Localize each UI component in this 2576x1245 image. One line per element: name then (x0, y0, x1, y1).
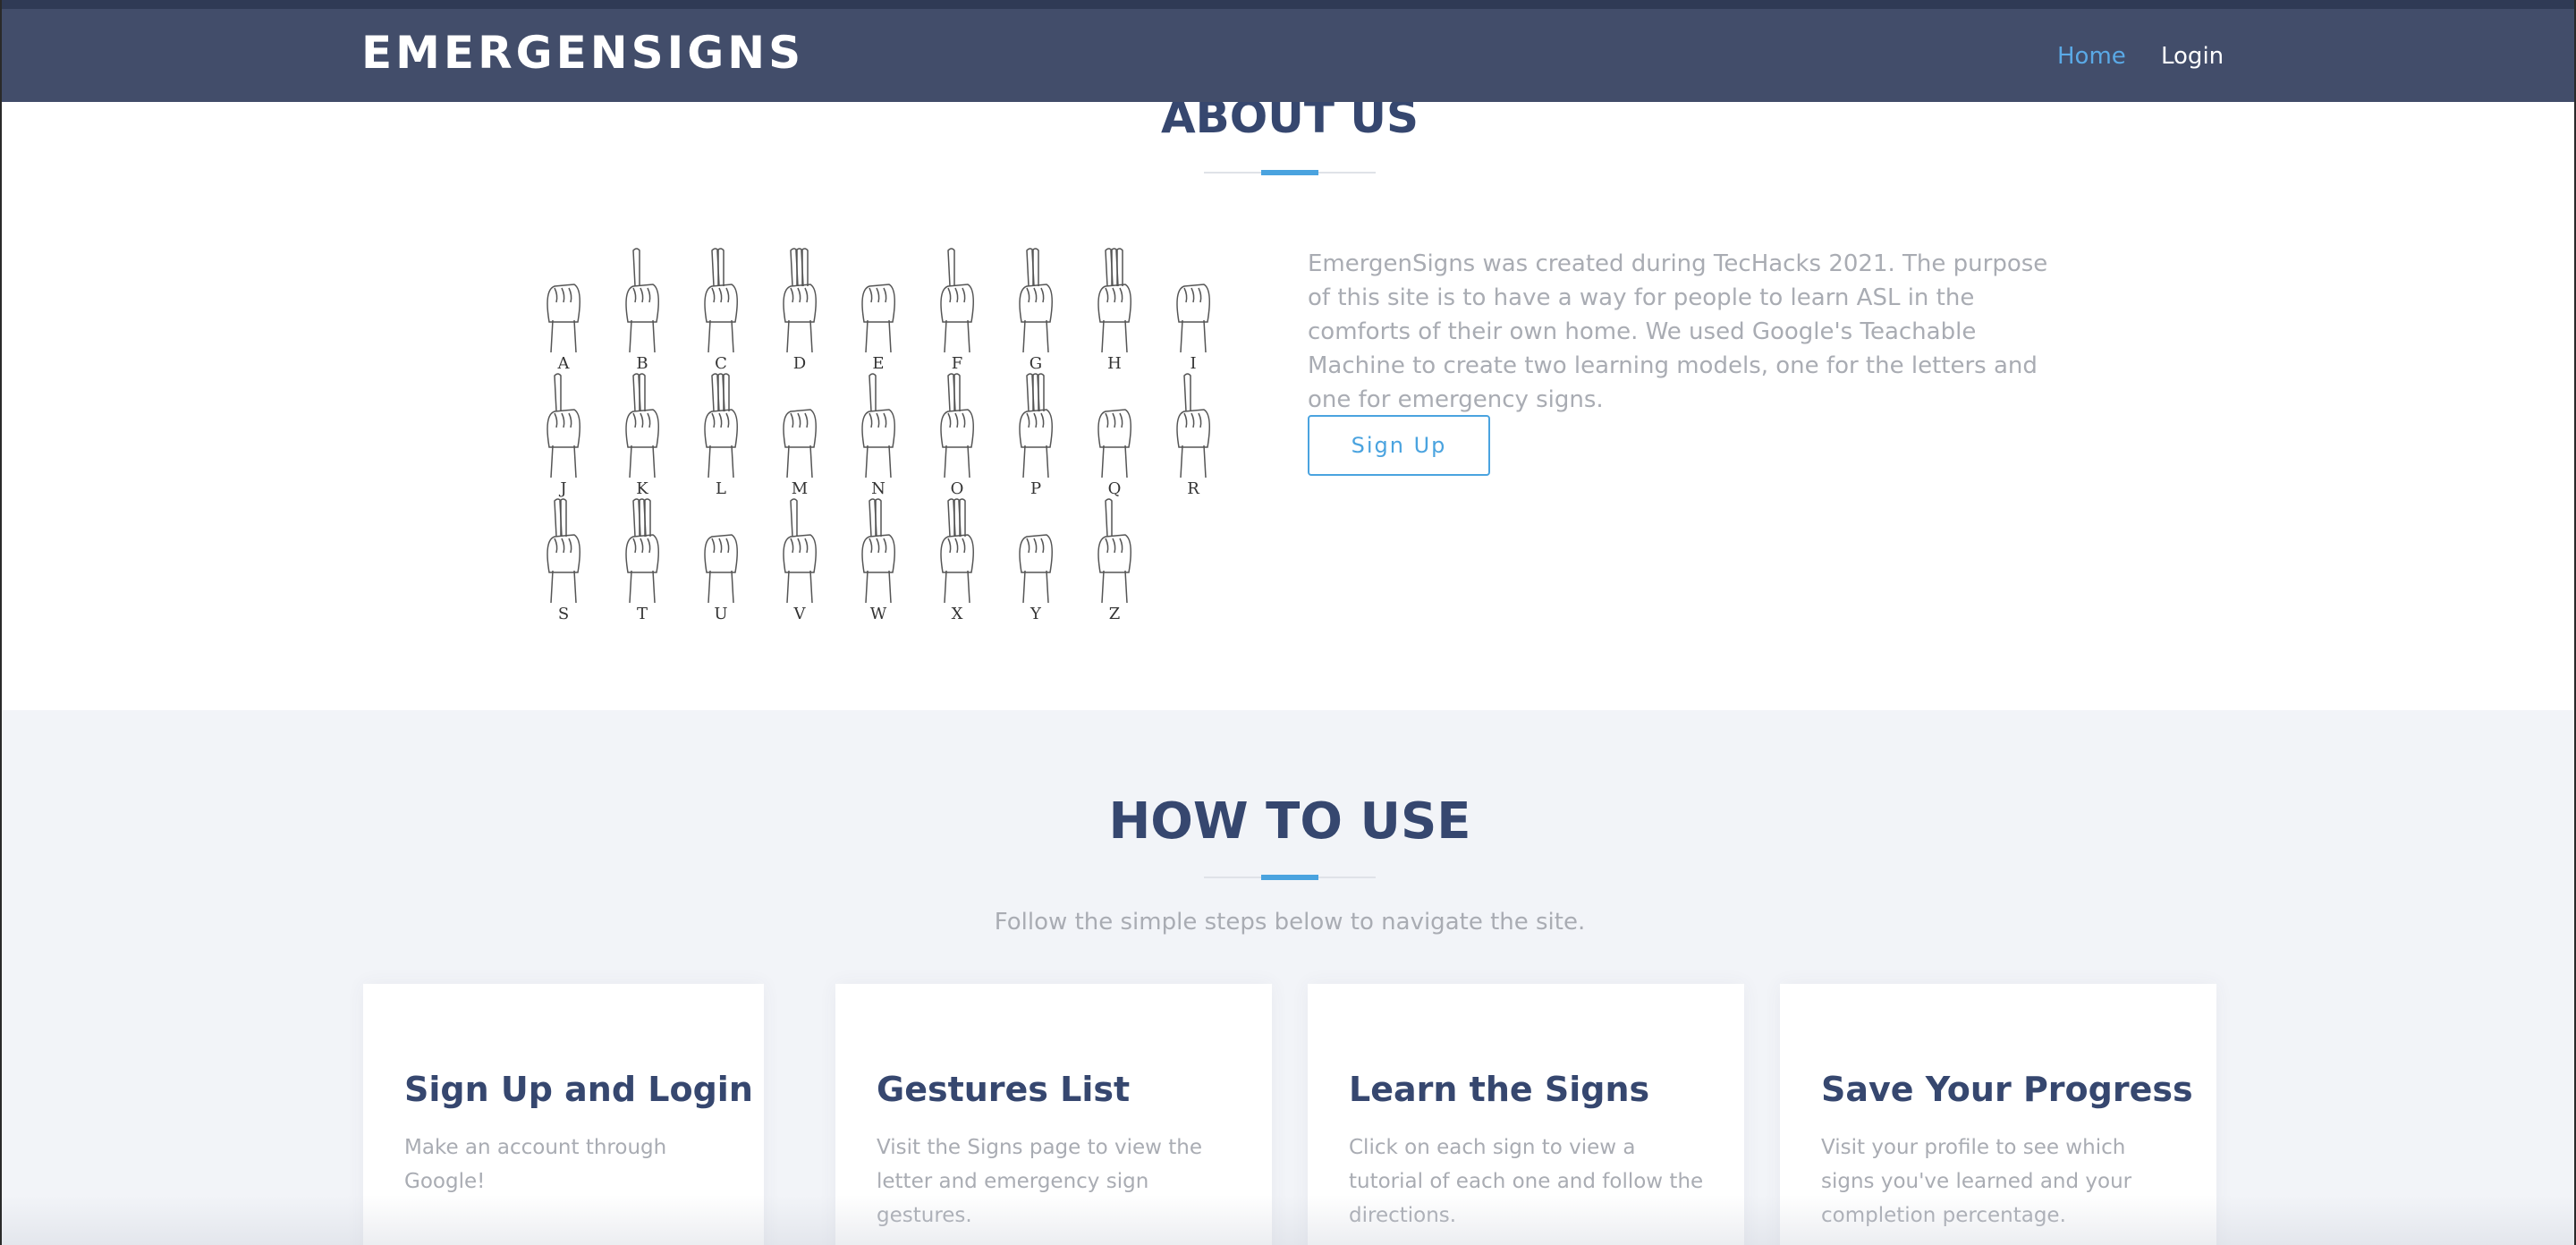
asl-letter-label: U (714, 605, 727, 623)
asl-letter-label: K (636, 479, 648, 498)
asl-letter-label: O (951, 479, 964, 498)
asl-letter-label: I (1190, 354, 1196, 373)
asl-hand-v: V (783, 498, 817, 623)
asl-letter-label: Z (1109, 605, 1121, 623)
asl-hand-o: O (940, 373, 974, 498)
asl-alphabet-chart: A B C D E F G H I J K L M N O P Q R S T U V W X Y Z (547, 248, 1210, 623)
asl-hand-y: Y (1019, 534, 1053, 623)
how-to-use-title: HOW TO USE (1108, 792, 1471, 851)
asl-hand-j: J (547, 373, 580, 498)
step-card-text: Click on each sign to view a tutorial of… (1349, 1136, 1704, 1227)
asl-hand-m: M (783, 409, 817, 498)
asl-hand-r: R (1176, 373, 1210, 498)
asl-letter-label: T (637, 605, 648, 623)
asl-hand-b: B (625, 248, 659, 373)
asl-hand-z: Z (1097, 498, 1131, 623)
asl-letter-label: A (557, 354, 571, 373)
asl-letter-label: G (1030, 354, 1042, 373)
asl-letter-label: D (793, 354, 806, 373)
step-card-text: Make an account through Google! (404, 1136, 667, 1193)
step-card-save-progress: Save Your Progress Visit your profile to… (1780, 984, 2216, 1245)
about-divider-accent (1261, 170, 1318, 175)
how-to-use-section: HOW TO USE Follow the simple steps below… (2, 710, 2574, 1245)
sign-up-button[interactable]: Sign Up (1308, 415, 1490, 476)
about-paragraph: EmergenSigns was created during TecHacks… (1308, 250, 2048, 413)
asl-hand-i: I (1176, 284, 1210, 373)
top-navbar: EMERGENSIGNS Home Login (2, 0, 2574, 102)
asl-letter-label: N (871, 479, 886, 498)
asl-hand-t: T (625, 498, 659, 623)
asl-hand-e: E (861, 284, 895, 373)
asl-hand-p: P (1019, 373, 1053, 498)
asl-letter-label: E (872, 354, 884, 373)
about-section: ABOUT US ABCDEFGHIJKLMNOPQRSTUVWXYZ Emer… (2, 91, 2574, 710)
how-to-use-subtitle: Follow the simple steps below to navigat… (994, 909, 1586, 936)
asl-letter-label: M (792, 479, 808, 498)
asl-hand-f: F (940, 248, 974, 373)
step-card-title: Sign Up and Login (404, 1070, 753, 1109)
asl-hand-w: W (861, 498, 895, 623)
step-card-sign-up: Sign Up and Login Make an account throug… (363, 984, 764, 1245)
step-card-title: Save Your Progress (1821, 1070, 2193, 1109)
asl-letter-label: R (1187, 479, 1199, 498)
asl-hand-x: X (940, 498, 974, 623)
asl-letter-label: P (1030, 479, 1041, 498)
asl-hand-d: D (783, 248, 817, 373)
step-card-title: Learn the Signs (1349, 1070, 1650, 1109)
asl-letter-label: V (793, 605, 807, 623)
asl-letter-label: X (952, 605, 963, 623)
asl-letter-label: S (558, 605, 569, 623)
asl-letter-label: B (636, 354, 648, 373)
asl-hand-u: U (704, 534, 738, 623)
asl-hand-l: L (704, 373, 738, 498)
asl-hand-k: K (625, 373, 659, 498)
browser-viewport: EMERGENSIGNS Home Login ABOUT US ABCDEFG… (0, 0, 2576, 1245)
step-card-title: Gestures List (877, 1070, 1131, 1109)
how-divider-accent (1261, 875, 1318, 880)
step-card-text: Visit your profile to see which signs yo… (1821, 1136, 2132, 1227)
nav-link-login[interactable]: Login (2161, 43, 2224, 70)
asl-letter-label: H (1107, 354, 1122, 373)
asl-letter-label: F (952, 354, 963, 373)
asl-hand-s: S (547, 498, 580, 623)
asl-letter-label: L (716, 479, 726, 498)
step-card-gestures-list: Gestures List Visit the Signs page to vi… (835, 984, 1272, 1245)
asl-hand-c: C (704, 248, 738, 373)
nav-link-home[interactable]: Home (2057, 43, 2126, 70)
asl-letter-label: J (558, 479, 566, 498)
step-card-learn-signs: Learn the Signs Click on each sign to vi… (1308, 984, 1744, 1245)
asl-letter-label: Q (1108, 479, 1122, 498)
asl-hand-n: N (861, 373, 895, 498)
asl-letter-label: Y (1030, 605, 1042, 623)
asl-hand-a: A (547, 284, 580, 373)
brand-logo[interactable]: EMERGENSIGNS (361, 27, 804, 79)
asl-hand-g: G (1019, 248, 1053, 373)
step-card-text: Visit the Signs page to view the letter … (877, 1136, 1203, 1227)
asl-hand-h: H (1097, 248, 1131, 373)
asl-letter-label: C (715, 354, 727, 373)
asl-hand-q: Q (1097, 409, 1131, 498)
asl-letter-label: W (870, 605, 887, 623)
